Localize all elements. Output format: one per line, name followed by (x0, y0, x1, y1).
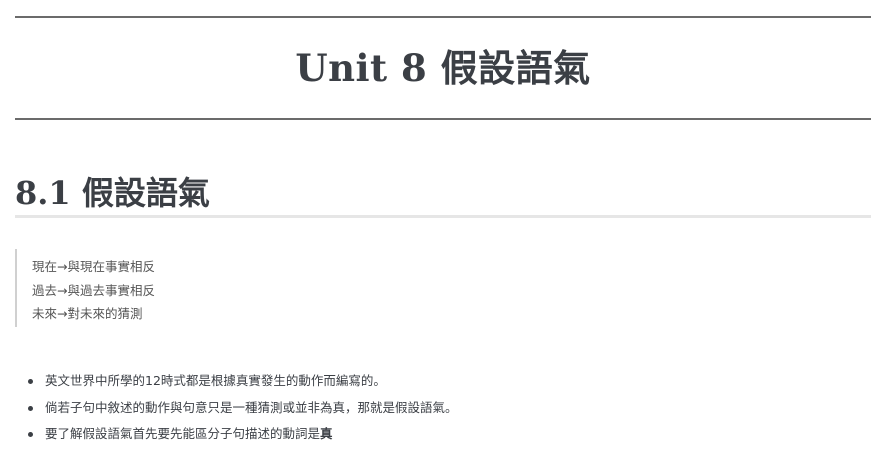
list-item: 倘若子句中敘述的動作與句意只是一種猜測或並非為真，那就是假設語氣。 (28, 395, 458, 422)
quote-line-present: 現在→與現在事實相反 (32, 259, 155, 274)
bullet-dot-icon (28, 379, 33, 384)
list-item: 英文世界中所學的12時式都是根據真實發生的動作而編寫的。 (28, 368, 458, 395)
unit-title: Unit 8 假設語氣 (295, 45, 591, 90)
quote-line-past: 過去→與過去事實相反 (32, 282, 155, 298)
bullet-dot-icon (28, 432, 33, 437)
bullet-dot-icon (28, 405, 33, 411)
list-item: 要了解假設語氣首先要先能區分子句描述的動詞是真 (28, 421, 458, 448)
list-item-text: 英文世界中所學的12時式都是根據真實發生的動作而編寫的。 (45, 373, 386, 388)
tense-quote-block: 現在→與現在事實相反 過去→與過去事實相反 未來→對未來的猜測 (15, 249, 155, 327)
quote-line-future: 未來→對未來的猜測 (32, 306, 143, 321)
list-item-text: 要了解假設語氣首先要先能區分子句描述的動詞是 (45, 426, 321, 441)
list-item-bold-text: 真 (320, 426, 333, 441)
unit-header: Unit 8 假設語氣 (15, 16, 871, 120)
list-item-text: 倘若子句中敘述的動作與句意只是一種猜測或並非為真，那就是假設語氣。 (45, 399, 458, 415)
document-page: Unit 8 假設語氣 8.1 假設語氣 現在→與現在事實相反 過去→與過去事實… (0, 0, 882, 471)
section-title: 8.1 假設語氣 (15, 175, 871, 219)
bullet-list: 英文世界中所學的12時式都是根據真實發生的動作而編寫的。 倘若子句中敘述的動作與… (28, 368, 458, 448)
